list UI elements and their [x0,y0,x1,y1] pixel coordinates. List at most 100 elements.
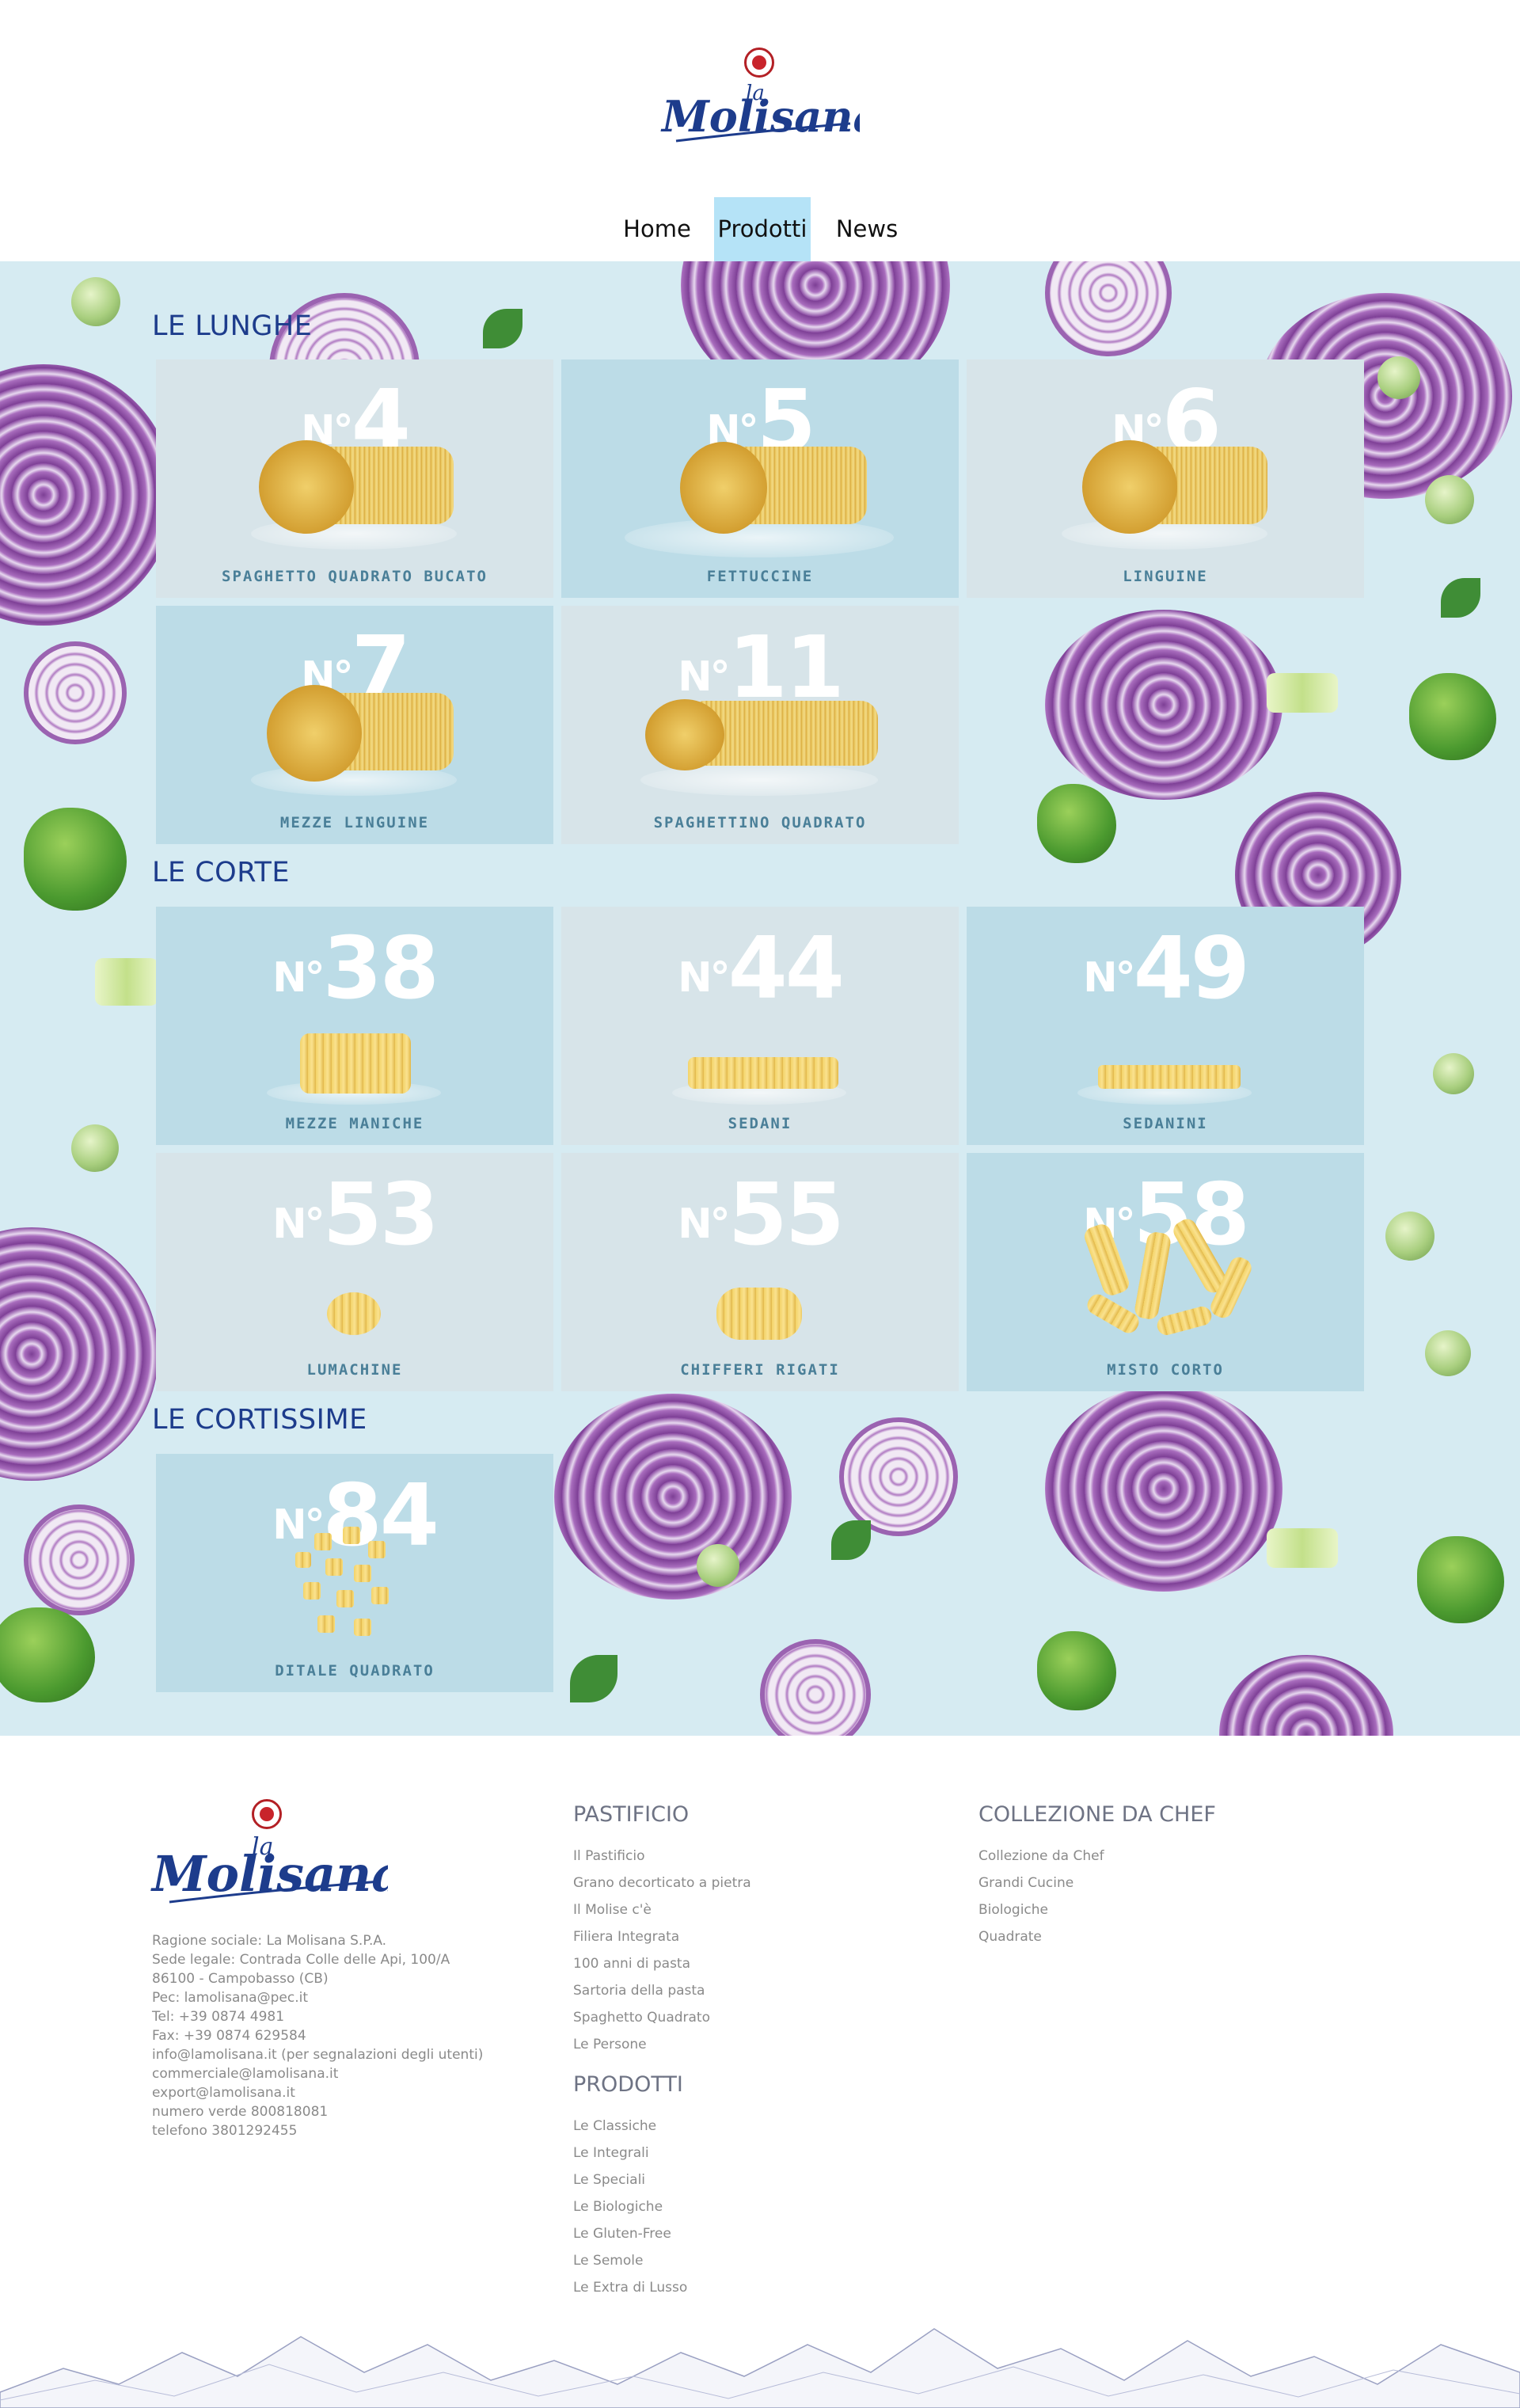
product-card-5[interactable]: N°5 FETTUCCINE [561,359,959,598]
product-name: MEZZE MANICHE [285,1115,424,1132]
product-card-55[interactable]: N°55 CHIFFERI RIGATI [561,1153,959,1391]
cabbage-decoration [1045,610,1282,800]
pasta-image [325,1558,343,1576]
pasta-image [354,1565,371,1582]
info-line: commerciale@lamolisana.it [152,2066,339,2082]
onion-decoration [24,641,127,744]
brand-logo[interactable]: la Molisana [660,44,860,147]
footer-link[interactable]: Quadrate [978,1923,1216,1950]
section-title-lunghe: LE LUNGHE [152,310,313,342]
footer-link[interactable]: Biologiche [978,1896,1216,1923]
pasta-image [680,442,767,534]
product-number: 44 [728,919,845,1018]
section-title-corte: LE CORTE [152,857,290,888]
footer-logo[interactable]: la Molisana [150,1799,388,1904]
brand-seal-icon [744,48,774,78]
nav-home[interactable]: Home [614,197,700,261]
info-line: Ragione sociale: La Molisana S.P.A. [152,1933,387,1949]
footer-heading: PRODOTTI [573,2072,683,2097]
sprout-decoration [71,277,120,326]
pasta-image [688,1057,838,1089]
pasta-image [336,1590,354,1607]
nav-prodotti[interactable]: Prodotti [714,197,811,261]
info-line: Tel: +39 0874 4981 [152,2009,285,2025]
footer-link[interactable]: Grano decorticato a pietra [573,1870,751,1896]
pasta-image [259,440,354,534]
nav-news[interactable]: News [828,197,906,261]
sprout-decoration [1385,1212,1434,1261]
logo-main-text: Molisana [660,91,860,142]
footer-link[interactable]: Collezione da Chef [978,1843,1216,1870]
product-card-49[interactable]: N°49 SEDANINI [967,907,1364,1145]
product-name: DITALE QUADRATO [275,1662,435,1680]
product-prefix: N° [678,1200,731,1248]
product-name: MEZZE LINGUINE [279,814,430,831]
footer-link[interactable]: 100 anni di pasta [573,1950,751,1977]
company-info: Ragione sociale: La Molisana S.P.A. Sede… [152,1931,483,2140]
info-line: export@lamolisana.it [152,2085,295,2101]
footer-heading: PASTIFICIO [573,1802,690,1827]
product-card-44[interactable]: N°44 SEDANI [561,907,959,1145]
product-card-6[interactable]: N°6 LINGUINE [967,359,1364,598]
leaf-decoration [831,1520,871,1560]
product-card-38[interactable]: N°38 MEZZE MANICHE [156,907,553,1145]
footer-col-pastificio: PASTIFICIO Il Pastificio Grano decortica… [573,1802,751,2058]
pasta-image [716,1288,802,1340]
pasta-image [1098,1065,1241,1089]
product-prefix: N° [272,954,325,1002]
product-prefix: N° [678,653,731,701]
footer-link[interactable]: Il Pastificio [573,1843,751,1870]
footer-link[interactable]: Filiera Integrata [573,1923,751,1950]
product-card-11[interactable]: N°11 SPAGHETTINO QUADRATO [561,606,959,844]
logo-main-text: Molisana [150,1845,388,1903]
footer-link[interactable]: Le Integrali [573,2140,687,2166]
product-number: 49 [1133,919,1250,1018]
footer-link[interactable]: Le Biologiche [573,2193,687,2220]
footer-link[interactable]: Le Gluten-Free [573,2220,687,2247]
product-card-84[interactable]: N°84 DITALE QUADRATO [156,1454,553,1692]
product-card-7[interactable]: N°7 MEZZE LINGUINE [156,606,553,844]
footer-link[interactable]: Le Classiche [573,2113,687,2140]
onion-decoration [24,1505,135,1615]
pasta-image [354,1619,371,1636]
cabbage-decoration [1045,1386,1282,1592]
pasta-image [1084,1291,1142,1337]
product-number: 53 [322,1166,439,1265]
footer-link[interactable]: Spaghetto Quadrato [573,2004,751,2031]
pasta-image [343,1527,360,1544]
footer-link[interactable]: Le Speciali [573,2166,687,2193]
pasta-image [267,685,362,782]
info-line: Fax: +39 0874 629584 [152,2028,306,2044]
footer-link[interactable]: Sartoria della pasta [573,1977,751,2004]
pasta-image [645,699,724,770]
pasta-image [371,1587,389,1604]
footer-link[interactable]: Le Semole [573,2247,687,2274]
sprout-decoration [1425,475,1474,524]
main-nav: Home Prodotti News [0,197,1520,261]
leaf-decoration [1441,578,1480,618]
onion-decoration [1045,261,1172,356]
product-name: SEDANI [728,1115,792,1132]
celery-decoration [95,958,158,1006]
pasta-image [295,1552,311,1568]
sprout-decoration [697,1544,739,1587]
sprout-decoration [71,1124,119,1172]
footer-col-prodotti: PRODOTTI Le Classiche Le Integrali Le Sp… [573,2072,687,2301]
pasta-image [1155,1304,1214,1337]
sprout-decoration [1425,1330,1471,1376]
info-line: numero verde 800818081 [152,2104,329,2120]
site-header: la Molisana Home Prodotti News [0,0,1520,261]
sprout-decoration [1378,356,1420,399]
product-number: 55 [728,1166,845,1265]
product-prefix: N° [678,954,731,1002]
product-card-4[interactable]: N°4 SPAGHETTO QUADRATO BUCATO [156,359,553,598]
pasta-image [327,1292,381,1335]
footer-link[interactable]: Grandi Cucine [978,1870,1216,1896]
product-name: LUMACHINE [306,1361,403,1379]
footer-link[interactable]: Il Molise c'è [573,1896,751,1923]
product-card-58[interactable]: N°58 MISTO CORTO [967,1153,1364,1391]
footer-link[interactable]: Le Persone [573,2031,751,2058]
product-prefix: N° [1083,954,1136,1002]
pasta-image [303,1582,321,1600]
product-card-53[interactable]: N°53 LUMACHINE [156,1153,553,1391]
